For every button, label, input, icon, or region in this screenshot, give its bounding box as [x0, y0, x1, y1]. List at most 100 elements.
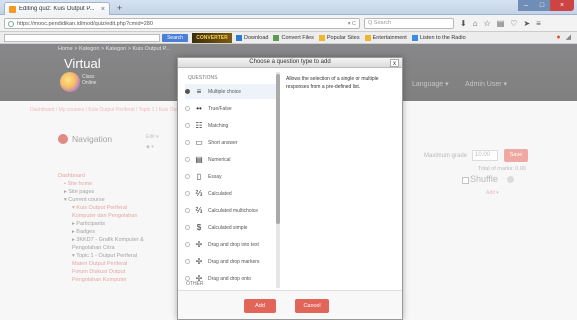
browser-navbar: https://mooc.pendidikan.id/mod/quiz/edit…	[0, 15, 577, 32]
radio-button[interactable]	[185, 89, 190, 94]
radio-button[interactable]	[185, 123, 190, 128]
url-text: https://mooc.pendidikan.id/mod/quiz/edit…	[17, 20, 153, 27]
radio-button[interactable]	[185, 191, 190, 196]
tab-title: Editing quiz: Kuis Output P...	[19, 6, 95, 12]
send-icon[interactable]: ➤	[523, 18, 530, 29]
question-type-label: Multiple choice	[208, 88, 242, 95]
browser-tab[interactable]: Editing quiz: Kuis Output P... ×	[4, 2, 110, 15]
toolbar-convert-files[interactable]: Convert Files	[273, 33, 314, 43]
radio-icon	[411, 35, 418, 41]
popular-sites-icon	[318, 35, 325, 41]
question-type-label: Drag and drop into text	[208, 241, 259, 248]
question-type-option[interactable]: ⅔ Calculated	[185, 186, 277, 201]
question-type-label: Numerical	[208, 156, 231, 163]
cancel-button[interactable]: Cancel	[295, 299, 329, 313]
question-type-option[interactable]: ⅔ Calculated multichoice	[185, 203, 277, 218]
question-type-label: Short answer	[208, 139, 238, 146]
new-tab-button[interactable]: +	[114, 3, 125, 13]
reload-icon[interactable]: ▾ C	[348, 21, 356, 27]
question-type-icon: ≡	[196, 86, 202, 96]
other-category-label: OTHER	[186, 281, 204, 287]
question-type-option[interactable]: ▤ Numerical	[185, 152, 277, 167]
moodle-favicon-icon	[9, 5, 16, 13]
dialog-title: Choose a question type to add	[249, 59, 331, 65]
pocket-icon[interactable]: ♡	[510, 18, 517, 29]
radio-button[interactable]	[185, 208, 190, 213]
radio-button[interactable]	[185, 106, 190, 111]
bookmarks-icon[interactable]: ▤	[497, 18, 505, 29]
ublock-icon[interactable]: ●	[556, 33, 560, 43]
question-type-option[interactable]: ▯ Essay	[185, 169, 277, 184]
convert-icon	[273, 35, 280, 41]
question-type-option[interactable]: ✢ Drag and drop markers	[185, 254, 277, 269]
browser-toolbar-icons: ⬇ ⌂ ☆ ▤ ♡ ➤ ≡	[460, 18, 541, 29]
radio-button[interactable]	[185, 242, 190, 247]
close-icon[interactable]: x	[390, 59, 399, 67]
toolbar-search-button[interactable]: Search	[162, 34, 188, 42]
toolbar-entertainment[interactable]: Entertainment	[364, 33, 407, 43]
menu-icon[interactable]: ≡	[536, 18, 541, 29]
question-type-option[interactable]: ≡ Multiple choice	[185, 84, 277, 99]
add-button[interactable]: Add	[244, 299, 276, 313]
question-type-icon: $	[196, 222, 202, 232]
question-type-label: Essay	[208, 173, 222, 180]
question-type-icon: ▤	[195, 154, 203, 164]
question-type-label: Matching	[208, 122, 229, 129]
question-type-list: QUESTIONS ≡ Multiple choice •• True/False ☷ M…	[182, 72, 280, 288]
extension-icon[interactable]: ◢	[566, 33, 571, 43]
question-type-icon: ••	[196, 103, 202, 113]
download-icon	[236, 35, 242, 41]
toolbar-links: Download Convert Files Popular Sites Ent…	[236, 33, 466, 43]
home-icon[interactable]: ⌂	[473, 18, 478, 29]
toolbar-right-icons: ● ◢	[556, 33, 571, 43]
dialog-header: Choose a question type to add x	[178, 58, 402, 68]
question-type-icon: ▭	[195, 137, 203, 147]
radio-button[interactable]	[185, 174, 190, 179]
minimize-button[interactable]: –	[518, 0, 534, 11]
radio-button[interactable]	[185, 225, 190, 230]
site-info-icon[interactable]	[8, 20, 14, 27]
question-type-icon: ✢	[195, 256, 203, 266]
addon-toolbar: Search CONVERTER Download Convert Files …	[0, 32, 577, 44]
question-type-label: Calculated multichoice	[208, 207, 259, 214]
radio-button[interactable]	[185, 140, 190, 145]
options-scrollbar-thumb[interactable]	[276, 74, 280, 224]
radio-button[interactable]	[185, 259, 190, 264]
question-type-label: Calculated simple	[208, 224, 248, 231]
question-type-label: Calculated	[208, 190, 232, 197]
question-type-option[interactable]: ✢ Drag and drop into text	[185, 237, 277, 252]
category-label: QUESTIONS	[188, 75, 218, 81]
question-type-option[interactable]: ▭ Short answer	[185, 135, 277, 150]
tab-close-icon[interactable]: ×	[101, 6, 105, 13]
toolbar-download[interactable]: Download	[236, 33, 268, 43]
dialog-footer: Add Cancel	[178, 290, 402, 319]
toolbar-search-field[interactable]	[4, 34, 160, 42]
question-type-icon: ☷	[195, 120, 203, 130]
question-type-icon: ⅔	[195, 188, 203, 198]
question-type-icon: ▯	[196, 171, 202, 181]
download-icon[interactable]: ⬇	[460, 18, 467, 29]
question-type-description: Allows the selection of a single or mult…	[286, 76, 379, 90]
question-type-icon: ⅔	[195, 205, 203, 215]
entertainment-icon	[364, 35, 371, 41]
maximize-button[interactable]: □	[534, 0, 550, 11]
window-controls: – □ ×	[518, 0, 574, 11]
radio-button[interactable]	[185, 157, 190, 162]
question-type-option[interactable]: •• True/False	[185, 101, 277, 116]
toolbar-radio[interactable]: Listen to the Radio	[411, 33, 466, 43]
question-type-option[interactable]: ☷ Matching	[185, 118, 277, 133]
bookmark-star-icon[interactable]: ☆	[484, 18, 491, 29]
moodle-page: Home > Kategori > Kategori > Kuis Output…	[0, 44, 577, 320]
question-type-icon: ✢	[195, 239, 203, 249]
question-type-label: True/False	[208, 105, 232, 112]
address-bar[interactable]: https://mooc.pendidikan.id/mod/quiz/edit…	[4, 18, 360, 29]
converter-logo: CONVERTER	[192, 33, 232, 43]
toolbar-popular-sites[interactable]: Popular Sites	[318, 33, 360, 43]
question-type-option[interactable]: $ Calculated simple	[185, 220, 277, 235]
question-type-label: Drag and drop markers	[208, 258, 260, 265]
question-type-label: Drag and drop onto	[208, 275, 252, 282]
browser-search-input[interactable]: Q Search	[364, 18, 454, 29]
browser-tabbar: Editing quiz: Kuis Output P... × + – □ ×	[0, 0, 577, 15]
close-window-button[interactable]: ×	[550, 0, 574, 11]
question-type-dialog: Choose a question type to add x QUESTION…	[177, 57, 403, 320]
